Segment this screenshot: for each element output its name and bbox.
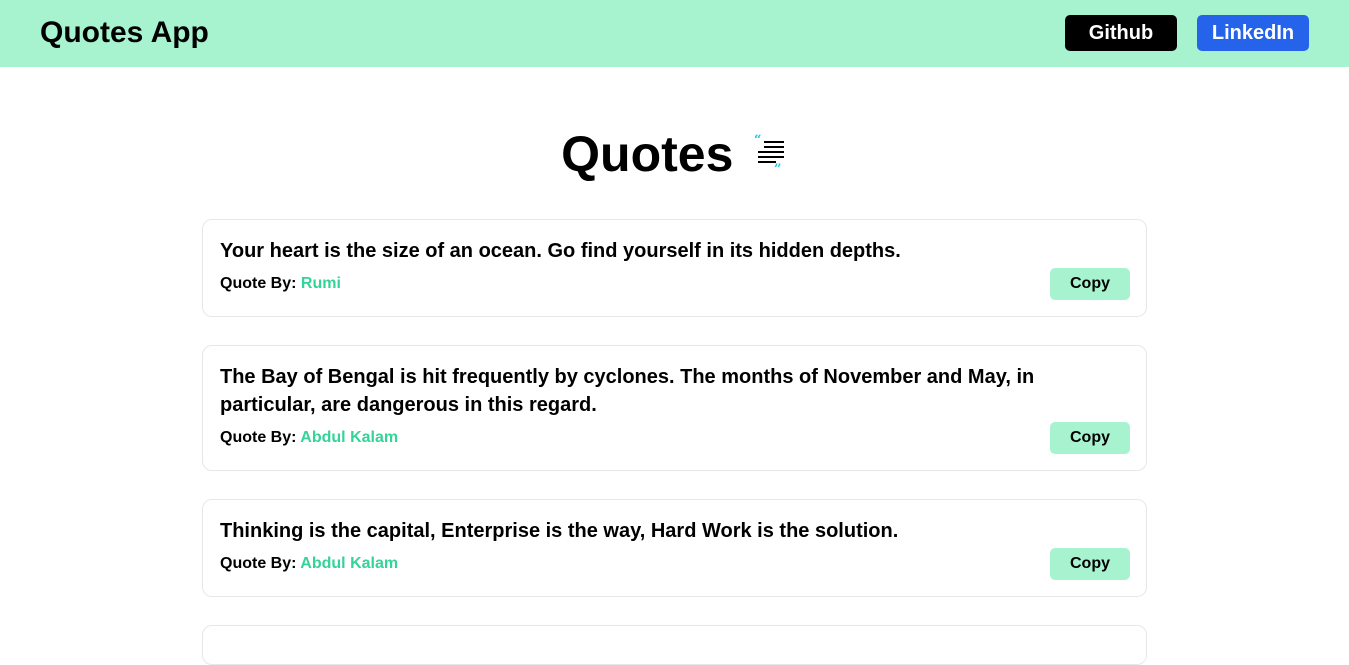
copy-button[interactable]: Copy <box>1050 268 1130 300</box>
copy-button[interactable]: Copy <box>1050 548 1130 580</box>
quote-by-label: Quote By: <box>220 275 301 292</box>
quote-list-icon: “ ” <box>754 133 788 177</box>
quote-author: Abdul Kalam <box>300 555 399 572</box>
navbar: Quotes App Github LinkedIn <box>0 0 1349 67</box>
quote-text: The Bay of Bengal is hit frequently by c… <box>220 366 1035 416</box>
quote-by-label: Quote By: <box>220 555 301 572</box>
copy-button[interactable]: Copy <box>1050 422 1130 454</box>
page-heading: Quotes “ ” <box>0 124 1349 184</box>
quote-card: The Bay of Bengal is hit frequently by c… <box>202 345 1147 471</box>
page-title: Quotes <box>561 126 734 182</box>
github-button[interactable]: Github <box>1065 15 1177 51</box>
svg-text:”: ” <box>774 162 781 174</box>
linkedin-button[interactable]: LinkedIn <box>1197 15 1309 51</box>
quote-text: Thinking is the capital, Enterprise is t… <box>220 520 899 542</box>
quote-card: Thinking is the capital, Enterprise is t… <box>202 499 1147 597</box>
quote-card: Your heart is the size of an ocean. Go f… <box>202 219 1147 317</box>
svg-text:“: “ <box>754 134 761 148</box>
quote-by: Quote By: Abdul Kalam <box>220 428 398 448</box>
quote-text: Your heart is the size of an ocean. Go f… <box>220 240 901 262</box>
quote-card-partial <box>202 625 1147 665</box>
quote-author: Abdul Kalam <box>300 429 399 446</box>
quote-author: Rumi <box>300 275 341 292</box>
app-brand[interactable]: Quotes App <box>40 15 209 51</box>
quote-by-label: Quote By: <box>220 429 301 446</box>
quote-by: Quote By: Rumi <box>220 274 341 294</box>
quote-by: Quote By: Abdul Kalam <box>220 554 398 574</box>
